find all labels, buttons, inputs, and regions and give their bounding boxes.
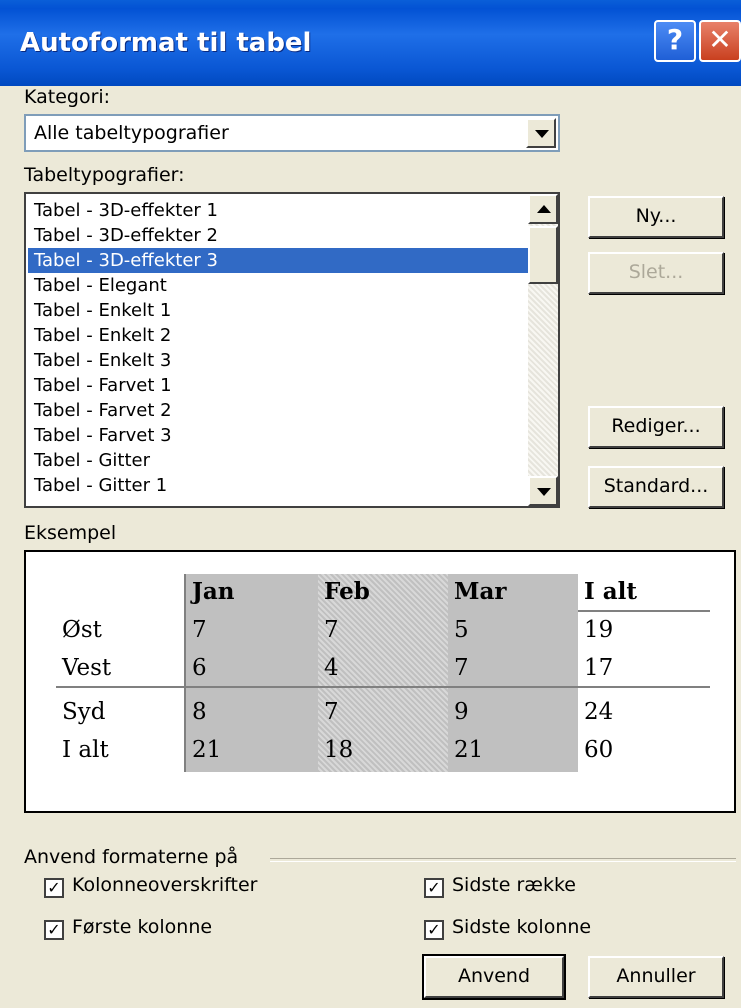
- scroll-thumb[interactable]: [528, 226, 558, 284]
- header-cell: Jan: [192, 578, 235, 605]
- header-cell: Mar: [454, 578, 507, 605]
- list-item[interactable]: Tabel - Gitter 1: [28, 473, 530, 498]
- data-cell: 21: [454, 737, 484, 763]
- example-preview: Jan Feb Mar I alt Øst 7 7 5 19 Vest 6 4 …: [24, 550, 736, 813]
- row-label: I alt: [62, 737, 109, 763]
- data-cell: 7: [324, 699, 339, 725]
- data-cell: 8: [192, 699, 207, 725]
- data-cell: 6: [192, 655, 207, 681]
- window-title: Autoformat til tabel: [20, 28, 312, 58]
- dropdown-button[interactable]: [526, 118, 556, 148]
- delete-button[interactable]: Slet...: [588, 252, 724, 294]
- list-item[interactable]: Tabel - 3D-effekter 2: [28, 223, 530, 248]
- chevron-down-icon: [537, 488, 551, 496]
- checkbox-label: Kolonneoverskrifter: [72, 874, 258, 896]
- data-cell: 18: [324, 737, 354, 763]
- checkbox-label: Sidste række: [452, 874, 576, 896]
- styles-listbox[interactable]: Tabel - 3D-effekter 1 Tabel - 3D-effekte…: [24, 192, 560, 508]
- scroll-down-button[interactable]: [528, 476, 558, 506]
- list-item[interactable]: Tabel - Farvet 2: [28, 398, 530, 423]
- group-divider: [270, 858, 736, 862]
- header-cell: I alt: [584, 578, 638, 605]
- close-icon[interactable]: ✕: [699, 20, 741, 62]
- row-label: Vest: [62, 655, 112, 681]
- data-cell: 24: [584, 699, 614, 725]
- data-cell: 19: [584, 617, 614, 643]
- data-cell: 17: [584, 655, 614, 681]
- list-item[interactable]: Tabel - Enkelt 1: [28, 298, 530, 323]
- title-bar: Autoformat til tabel ? ✕: [0, 0, 741, 86]
- row-label: Syd: [62, 699, 106, 725]
- chevron-down-icon: [535, 130, 549, 138]
- checkbox-label: Første kolonne: [72, 916, 213, 938]
- new-button[interactable]: Ny...: [588, 196, 724, 238]
- data-cell: 9: [454, 699, 469, 725]
- list-item[interactable]: Tabel - Farvet 3: [28, 423, 530, 448]
- category-label: Kategori:: [24, 86, 111, 108]
- scroll-up-button[interactable]: [528, 194, 558, 224]
- checkbox-column-headings[interactable]: ✓: [44, 878, 64, 898]
- help-icon[interactable]: ?: [654, 20, 696, 62]
- list-item-selected[interactable]: Tabel - 3D-effekter 3: [28, 248, 530, 273]
- apply-to-label: Anvend formaterne på: [24, 846, 239, 868]
- example-label: Eksempel: [24, 522, 117, 544]
- checkbox-last-column[interactable]: ✓: [424, 920, 444, 940]
- checkbox-last-row[interactable]: ✓: [424, 878, 444, 898]
- data-cell: 7: [192, 617, 207, 643]
- list-item[interactable]: Tabel - Enkelt 2: [28, 323, 530, 348]
- list-item[interactable]: Tabel - Elegant: [28, 273, 530, 298]
- checkbox-label: Sidste kolonne: [452, 916, 592, 938]
- category-dropdown[interactable]: Alle tabeltypografier: [24, 114, 560, 152]
- data-cell: 21: [192, 737, 222, 763]
- styles-scrollbar[interactable]: [528, 194, 558, 506]
- cancel-button[interactable]: Annuller: [588, 956, 724, 998]
- row-label: Øst: [62, 617, 102, 643]
- data-cell: 7: [454, 655, 469, 681]
- list-item[interactable]: Tabel - 3D-effekter 1: [28, 198, 530, 223]
- data-cell: 7: [324, 617, 339, 643]
- header-cell: Feb: [324, 578, 370, 605]
- list-item[interactable]: Tabel - Farvet 1: [28, 373, 530, 398]
- edit-button[interactable]: Rediger...: [588, 406, 724, 448]
- data-cell: 5: [454, 617, 469, 643]
- apply-button[interactable]: Anvend: [422, 954, 566, 1000]
- list-item[interactable]: Tabel - Enkelt 3: [28, 348, 530, 373]
- list-item[interactable]: Tabel - Gitter: [28, 448, 530, 473]
- data-cell: 60: [584, 737, 614, 763]
- default-button[interactable]: Standard...: [588, 466, 724, 508]
- chevron-up-icon: [537, 205, 551, 213]
- styles-label: Tabeltypografier:: [24, 164, 185, 186]
- divider: [56, 686, 710, 688]
- category-value: Alle tabeltypografier: [34, 122, 229, 144]
- checkbox-first-column[interactable]: ✓: [44, 920, 64, 940]
- data-cell: 4: [324, 655, 339, 681]
